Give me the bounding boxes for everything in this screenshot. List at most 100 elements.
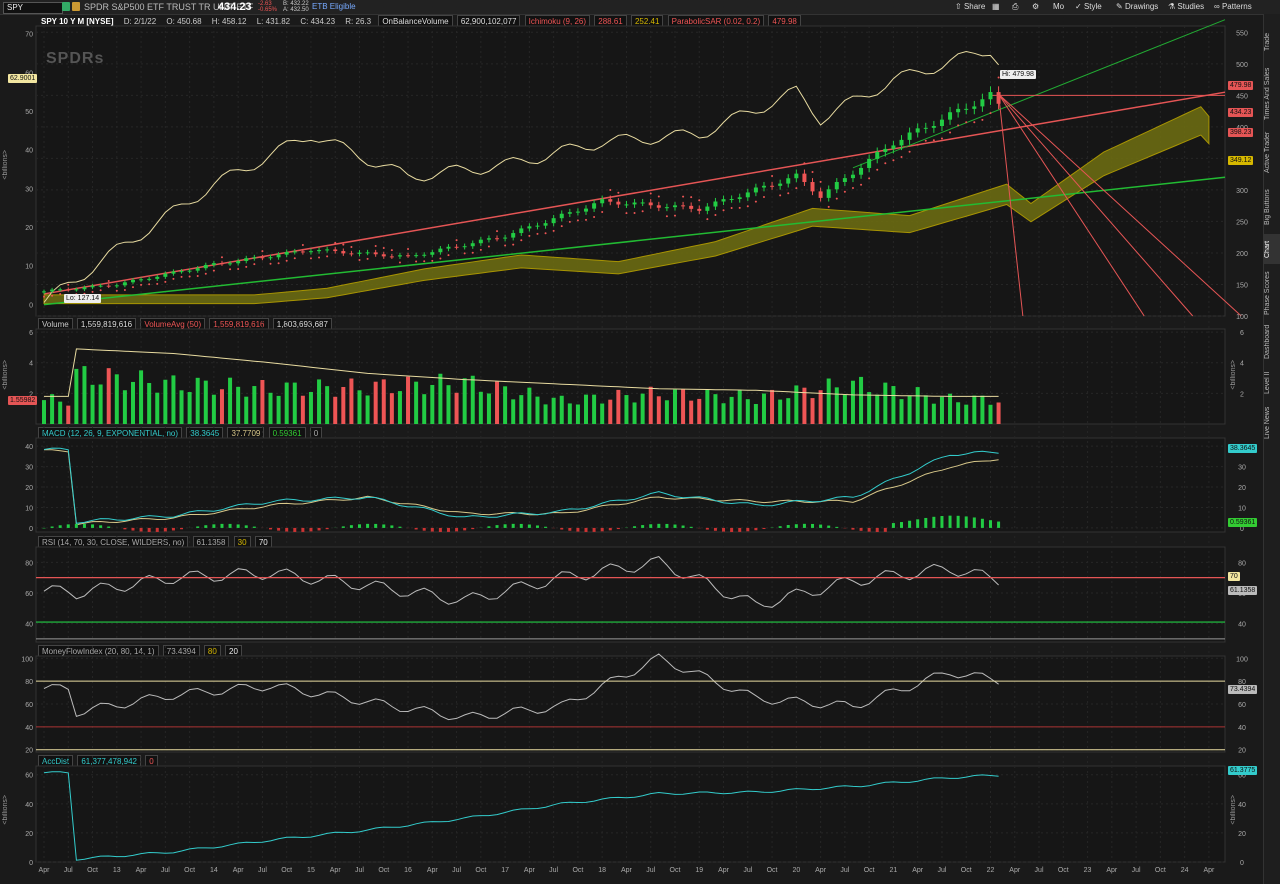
volume-avg-value2: 1,803,693,687: [272, 318, 332, 331]
tab-chart[interactable]: Chart: [1264, 234, 1280, 264]
accdist-v1: 61,377,478,942: [77, 755, 141, 768]
print-icon[interactable]: ⎙: [1012, 2, 1018, 12]
sar-dot: [973, 121, 976, 124]
sar-dot: [415, 260, 418, 263]
macd-histogram-bar: [446, 527, 450, 532]
candle: [98, 285, 103, 287]
sar-dot: [868, 177, 871, 180]
volume-bar: [244, 396, 249, 424]
volume-bar: [42, 400, 46, 424]
volume-bar: [495, 381, 500, 424]
sar-dot: [358, 259, 361, 262]
x-tick-label: 16: [404, 867, 412, 874]
macd-histogram-bar: [309, 527, 313, 532]
candle: [543, 223, 548, 226]
tab-live-news[interactable]: Live News: [1264, 402, 1280, 444]
x-tick-label: Oct: [767, 867, 778, 874]
price-legend: SPY 10 Y M [NYSE] D: 2/1/22 O: 450.68 H:…: [38, 15, 803, 28]
mfi-right-tick: 40: [1238, 725, 1246, 732]
style-button[interactable]: ✓ Style: [1075, 2, 1102, 11]
accdist-label: AccDist: [38, 755, 74, 768]
candle: [681, 205, 686, 207]
volume-bar: [753, 404, 758, 424]
gear-icon[interactable]: ⚙: [1032, 2, 1039, 11]
sar-dot: [771, 175, 774, 178]
macd-histogram-bar: [794, 524, 798, 528]
aggregation-button[interactable]: Mo: [1053, 2, 1064, 11]
volume-bar: [948, 393, 953, 424]
volume-bar: [996, 402, 1001, 424]
tab-times-and-sales[interactable]: Times And Sales: [1264, 66, 1280, 122]
volume-bar: [640, 393, 645, 424]
volume-bar: [219, 389, 224, 424]
accdist-left-tick: 40: [25, 802, 33, 809]
volume-bar: [567, 403, 572, 424]
sar-dot: [504, 244, 507, 247]
lo-label: Lo: 127.14: [64, 294, 102, 303]
rsi-right-tick: 80: [1238, 560, 1246, 567]
accdist-v2: 0: [145, 755, 158, 768]
tab-big-buttons[interactable]: Big Buttons: [1264, 182, 1280, 232]
studies-button[interactable]: ⚗ Studies: [1168, 2, 1204, 11]
volume-bar: [276, 395, 281, 424]
candle: [211, 263, 216, 265]
candle: [373, 252, 378, 255]
volume-bar: [592, 394, 597, 424]
rsi-left-tick: 80: [25, 560, 33, 567]
candle: [381, 254, 386, 257]
tab-dashboard[interactable]: Dashboard: [1264, 320, 1280, 364]
fan-line: [998, 93, 1242, 317]
fan-line: [998, 93, 1145, 317]
candle: [414, 255, 419, 257]
volume-bar: [907, 395, 912, 424]
volume-bar: [543, 404, 548, 424]
symbol-input[interactable]: SPY: [3, 2, 63, 14]
candle: [875, 152, 880, 159]
volume-bar: [317, 379, 322, 424]
candle: [632, 202, 637, 205]
candle: [511, 233, 516, 238]
sar-dot: [673, 214, 676, 217]
volume-bar: [964, 404, 969, 424]
sar-dot: [188, 275, 191, 278]
grid-icon[interactable]: ▦: [992, 2, 1000, 11]
mfi-left-tick: 60: [25, 702, 33, 709]
price-badge-sar: 398.23: [1228, 128, 1254, 137]
bid-ask: B: 432.22 A: 432.50: [283, 1, 309, 13]
patterns-button[interactable]: ∞ Patterns: [1214, 2, 1252, 11]
macd-histogram-bar: [811, 523, 815, 528]
sar-dot: [851, 187, 854, 190]
last-price: 434.23: [218, 1, 252, 13]
volume-bar: [74, 368, 79, 424]
sar-dot: [560, 225, 563, 228]
volume-bar: [381, 379, 386, 424]
share-button[interactable]: ⇧ Share: [955, 2, 985, 11]
volume-bar: [794, 385, 799, 424]
sar-dot: [649, 192, 652, 195]
tab-phase-scores[interactable]: Phase Scores: [1264, 268, 1280, 318]
candle: [365, 252, 370, 254]
tab-level-ii[interactable]: Level II: [1264, 366, 1280, 400]
sar-dot: [99, 289, 102, 292]
price-right-tick: 500: [1236, 62, 1248, 69]
candle: [786, 178, 791, 184]
tab-trade[interactable]: Trade: [1264, 22, 1280, 62]
volume-bar: [802, 387, 807, 424]
sar-dot: [59, 293, 62, 296]
volume-bar: [713, 394, 718, 424]
candle: [648, 202, 653, 206]
volume-bar: [899, 399, 904, 424]
candle: [826, 189, 831, 198]
tab-active-trader[interactable]: Active Trader: [1264, 126, 1280, 178]
sar-dot: [892, 159, 895, 162]
macd-histogram-bar: [827, 525, 831, 528]
drawings-button[interactable]: ✎ Drawings: [1116, 2, 1158, 11]
sar-dot: [407, 248, 410, 251]
candle: [438, 248, 443, 253]
candle: [454, 246, 459, 248]
volume-bar: [211, 394, 216, 424]
volume-bar: [527, 387, 532, 424]
sar-dot: [285, 259, 288, 262]
link-icon[interactable]: [62, 2, 70, 11]
alert-icon[interactable]: [72, 2, 80, 11]
